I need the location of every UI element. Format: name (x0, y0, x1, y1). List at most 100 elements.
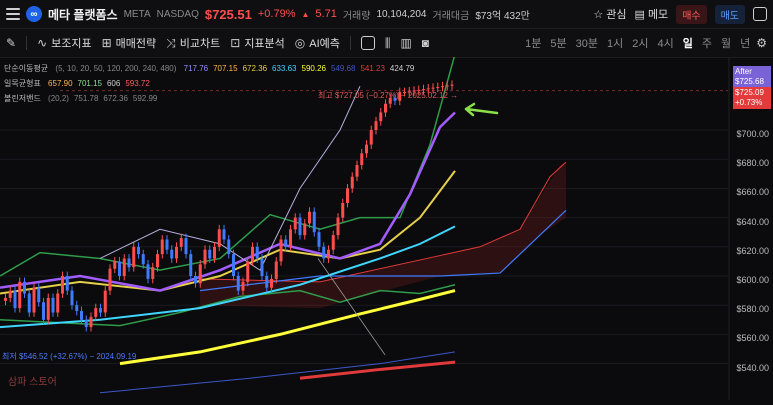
candle-body (365, 144, 368, 154)
candle-body (322, 246, 326, 259)
candle-body (80, 311, 83, 320)
memo-icon: ▤ (634, 8, 645, 21)
candle-body (445, 85, 449, 87)
candle-body (94, 308, 98, 317)
layout-icon[interactable]: ▥ (400, 36, 411, 50)
candle-body (13, 290, 17, 309)
candle-body (141, 254, 145, 265)
compare-tool-button[interactable]: ⤨ 비교차트 (166, 35, 220, 51)
candle-body (227, 239, 231, 255)
bollinger-legend: 볼린저밴드 (20,2) 751.78 672.36 592.99 (4, 93, 167, 104)
candle-type-icon[interactable]: ⫼ (385, 36, 391, 51)
pencil-icon[interactable]: ✎ (6, 36, 16, 50)
ai-tool-button[interactable]: ◎ AI예측 (295, 35, 340, 51)
price-axis-label: $540.00 (736, 362, 769, 373)
candle-body (436, 86, 440, 88)
camera-icon[interactable]: ◙ (422, 36, 429, 50)
current-price-badge: $725.09 +0.73% (733, 87, 771, 109)
candle-body (222, 229, 226, 240)
candle-body (8, 290, 12, 298)
timeframe-2[interactable]: 30분 (576, 35, 598, 51)
settings-gear-icon[interactable]: ⚙ (756, 36, 773, 50)
candle-body (179, 238, 183, 247)
candle-body (75, 305, 79, 312)
watchlist-label: 관심 (606, 9, 627, 21)
meta-logo-icon: ∞ (26, 6, 42, 22)
candle-body (42, 302, 45, 320)
timeframe-0[interactable]: 1분 (525, 35, 541, 51)
after-hours-badge: After $725.68 (733, 66, 771, 88)
candle-body (369, 130, 373, 145)
indicator-tool-button[interactable]: ∿ 보조지표 (37, 35, 92, 51)
volume-value: 10,104,204 (376, 8, 427, 20)
candle-body (255, 246, 259, 259)
candle-body (303, 223, 307, 236)
sma-value-1: 707.15 (213, 64, 238, 73)
sma-value-5: 549.68 (330, 64, 356, 73)
candle-body (32, 287, 36, 313)
candle-body (298, 217, 302, 236)
candle-body (379, 112, 383, 122)
memo-button[interactable]: ▤ 메모 (635, 6, 669, 22)
candle-body (441, 86, 444, 88)
timeframe-9[interactable]: 년 (740, 35, 750, 51)
bollinger-value-3: 592.99 (132, 94, 158, 103)
price-chart[interactable]: 단순이동평균 (5, 10, 20, 50, 120, 200, 240, 48… (0, 53, 773, 400)
candle-body (450, 84, 454, 86)
current-price: $725.51 (204, 6, 252, 22)
high-annotation: 최고 $727.05 (−0.27%) − 2025.02.12 → (318, 91, 459, 100)
timeframe-7[interactable]: 주 (702, 35, 712, 51)
candle-body (350, 176, 354, 189)
watchlist-button[interactable]: ☆ 관심 (593, 6, 626, 22)
square-draw-icon[interactable] (360, 36, 375, 50)
candle-body (327, 249, 330, 259)
stock-header: ∞ 메타 플랫폼스 META NASDAQ $725.51 +0.79% ▲ 5… (0, 0, 773, 28)
ichimoku-value-2: 606 (106, 79, 121, 88)
candle-body (341, 203, 345, 218)
candle-body (4, 297, 7, 301)
candle-body (189, 254, 193, 276)
arrow-pointer-icon (464, 102, 499, 117)
menu-icon[interactable] (6, 7, 20, 21)
candle-body (274, 261, 278, 279)
buy-button[interactable]: 매수 (676, 4, 707, 24)
candle-body (331, 235, 335, 250)
analysis-tool-button[interactable]: ⊡ 지표분석 (230, 35, 285, 51)
timeframe-4[interactable]: 2시 (632, 35, 648, 51)
candle-body (127, 258, 131, 268)
star-icon: ☆ (593, 8, 604, 21)
candle-body (374, 121, 378, 130)
analysis-tool-label: 지표분석 (244, 38, 285, 50)
candle-body (431, 87, 435, 89)
timeframe-selector: 1분 5분 30분 1시 2시 4시 일 주 월 년 (525, 35, 756, 51)
candle-body (203, 249, 207, 265)
timeframe-1[interactable]: 5분 (550, 35, 566, 51)
strategy-tool-button[interactable]: ⊞ 매매전략 (102, 35, 157, 51)
candle-body (194, 276, 197, 284)
amount-label: 거래대금 (432, 10, 470, 22)
timeframe-3[interactable]: 1시 (607, 35, 623, 51)
change-arrow-icon: ▲ (301, 9, 310, 19)
candle-body (251, 246, 254, 262)
chart-toolbar: ✎ ∿ 보조지표 ⊞ 매매전략 ⤨ 비교차트 ⊡ 지표분석 ◎ AI예측 ⫼ ▥… (0, 28, 773, 58)
candle-body (65, 276, 69, 291)
timeframe-6[interactable]: 일 (683, 35, 693, 51)
stock-name: 메타 플랫폼스 (48, 7, 118, 22)
candle-body (308, 211, 311, 224)
candle-body (260, 258, 264, 276)
after-hours-price: $725.68 (735, 77, 764, 86)
candle-body (232, 254, 235, 276)
candle-body (27, 293, 31, 313)
bollinger-label: 볼린저밴드 (4, 94, 41, 103)
timeframe-5[interactable]: 4시 (657, 35, 673, 51)
ichimoku-value-0: 657.90 (48, 79, 73, 88)
ichimoku-value-3: 593.72 (125, 79, 150, 88)
sma-value-7: 424.79 (389, 64, 415, 73)
candle-body (279, 239, 283, 262)
toolbar-divider (349, 36, 351, 50)
chart-canvas[interactable] (0, 53, 773, 400)
timeframe-8[interactable]: 월 (721, 35, 731, 51)
panel-toggle-icon[interactable] (753, 7, 767, 21)
sell-button[interactable]: 매도 (714, 4, 745, 24)
candle-body (23, 281, 26, 294)
